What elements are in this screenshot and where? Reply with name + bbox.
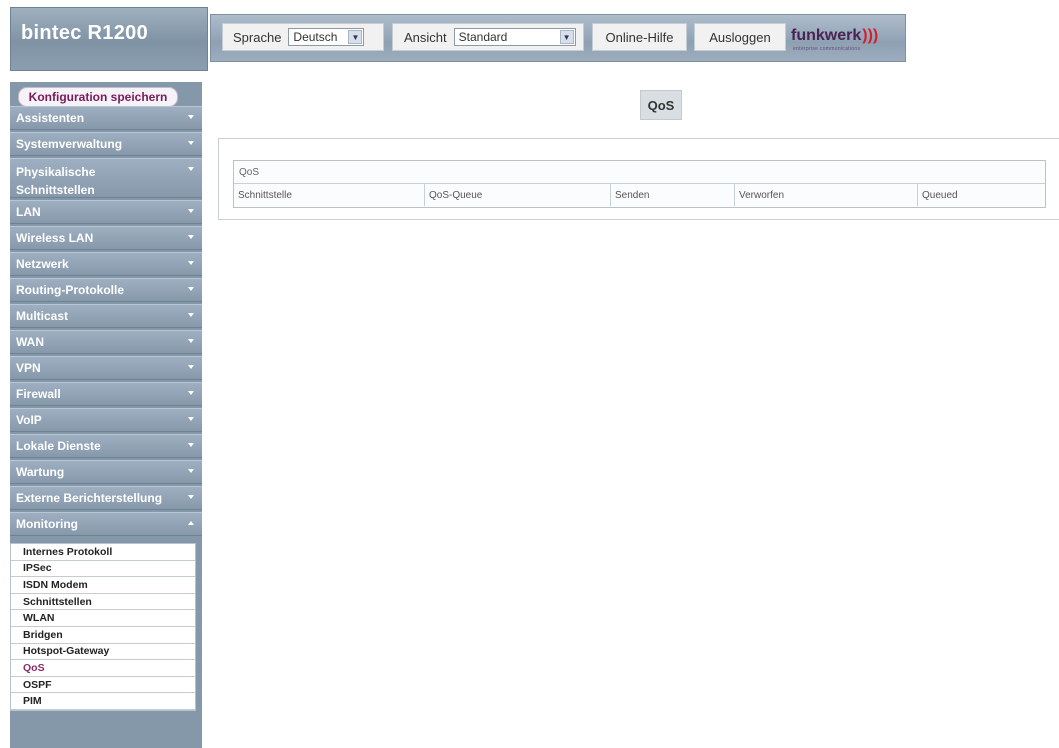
chevron-down-icon (188, 313, 194, 317)
submenu-item-isdn-modem[interactable]: ISDN Modem (11, 577, 195, 594)
logout-label: Ausloggen (709, 29, 771, 45)
monitoring-submenu: Internes Protokoll IPSec ISDN Modem Schn… (10, 543, 196, 711)
submenu-item-pim[interactable]: PIM (11, 693, 195, 710)
table-header: Schnittstelle QoS-Queue Senden Verworfen… (234, 184, 1045, 206)
submenu-item-wlan[interactable]: WLAN (11, 610, 195, 627)
product-logo: bintec R1200 (10, 7, 208, 71)
sidebar-item-routing-protokolle[interactable]: Routing-Protokolle (10, 278, 202, 302)
sidebar-item-vpn[interactable]: VPN (10, 356, 202, 380)
sidebar-item-label: LAN (16, 205, 41, 219)
tab-qos[interactable]: QoS (640, 90, 682, 120)
sidebar-item-label: Wartung (16, 465, 65, 479)
submenu-item-bridgen[interactable]: Bridgen (11, 627, 195, 644)
chevron-down-icon (188, 115, 194, 119)
online-help-button[interactable]: Online-Hilfe (592, 23, 687, 51)
sidebar-item-monitoring[interactable]: Monitoring (10, 512, 202, 536)
language-label: Sprache (233, 29, 282, 45)
sidebar-item-externe-berichterstellung[interactable]: Externe Berichterstellung (10, 486, 202, 510)
brand-waves-icon: ))) (862, 27, 879, 44)
chevron-down-icon (188, 141, 194, 145)
view-label: Ansicht (404, 29, 447, 45)
chevron-down-icon (188, 365, 194, 369)
online-help-label: Online-Hilfe (605, 29, 674, 45)
logout-button[interactable]: Ausloggen (694, 23, 786, 51)
chevron-down-icon (188, 339, 194, 343)
language-select[interactable]: Deutsch ▼ (288, 28, 365, 46)
sidebar-item-voip[interactable]: VoIP (10, 408, 202, 432)
chevron-down-icon (188, 495, 194, 499)
sidebar-item-multicast[interactable]: Multicast (10, 304, 202, 328)
chevron-down-icon (188, 469, 194, 473)
sidebar-item-wireless-lan[interactable]: Wireless LAN (10, 226, 202, 250)
view-control: Ansicht Standard ▼ (392, 23, 584, 51)
sidebar-item-label: VPN (16, 361, 41, 375)
sidebar-item-wan[interactable]: WAN (10, 330, 202, 354)
column-header-queued[interactable]: Queued (918, 184, 1045, 206)
chevron-down-icon (188, 443, 194, 447)
view-select[interactable]: Standard ▼ (453, 28, 576, 46)
brand-name: funkwerk (791, 27, 862, 44)
brand-tagline: enterprise communications (793, 46, 861, 52)
view-value: Standard (458, 30, 508, 44)
sidebar-item-label: Multicast (16, 309, 69, 323)
save-config-button[interactable]: Konfiguration speichern (18, 87, 178, 107)
column-header-senden[interactable]: Senden (611, 184, 735, 206)
sidebar-item-lokale-dienste[interactable]: Lokale Dienste (10, 434, 202, 458)
sidebar-item-label: Routing-Protokolle (16, 283, 124, 297)
sidebar-item-wartung[interactable]: Wartung (10, 460, 202, 484)
chevron-down-icon (188, 235, 194, 239)
chevron-down-icon (188, 287, 194, 291)
sidebar-item-label: Netzwerk (16, 257, 69, 271)
brand-logo: funkwerk))) (791, 27, 878, 45)
dropdown-arrow-icon[interactable]: ▼ (559, 30, 574, 44)
chevron-down-icon (188, 391, 194, 395)
header: bintec R1200 Sprache Deutsch ▼ Ansicht S… (0, 0, 1059, 76)
chevron-up-icon (188, 521, 194, 525)
submenu-item-ipsec[interactable]: IPSec (11, 561, 195, 578)
sidebar-item-label: Firewall (16, 387, 61, 401)
chevron-down-icon (188, 209, 194, 213)
submenu-item-schnittstellen[interactable]: Schnittstellen (11, 594, 195, 611)
sidebar-item-physikalische-schnittstellen[interactable]: Physikalische Schnittstellen (10, 158, 202, 198)
sidebar-item-label: Externe Berichterstellung (16, 491, 163, 505)
product-name: bintec R1200 (21, 22, 148, 44)
qos-panel: QoS Schnittstelle QoS-Queue Senden Verwo… (218, 138, 1059, 220)
table-title: QoS (234, 161, 1045, 184)
sidebar-item-label: Wireless LAN (16, 231, 94, 245)
submenu-item-internes-protokoll[interactable]: Internes Protokoll (11, 544, 195, 561)
sidebar-item-assistenten[interactable]: Assistenten (10, 106, 202, 130)
sidebar-item-netzwerk[interactable]: Netzwerk (10, 252, 202, 276)
main-content: QoS QoS Schnittstelle QoS-Queue Senden V… (206, 76, 1059, 748)
sidebar-item-firewall[interactable]: Firewall (10, 382, 202, 406)
sidebar-item-label: Monitoring (16, 517, 78, 531)
language-value: Deutsch (293, 30, 338, 44)
column-header-schnittstelle[interactable]: Schnittstelle (234, 184, 425, 206)
sidebar-item-lan[interactable]: LAN (10, 200, 202, 224)
sidebar-item-label: Systemverwaltung (16, 137, 123, 151)
chevron-down-icon (188, 417, 194, 421)
language-control: Sprache Deutsch ▼ (222, 23, 384, 51)
sidebar-item-label: Assistenten (16, 111, 85, 125)
top-toolbar: Sprache Deutsch ▼ Ansicht Standard ▼ Onl… (210, 14, 906, 62)
submenu-item-ospf[interactable]: OSPF (11, 677, 195, 694)
dropdown-arrow-icon[interactable]: ▼ (348, 30, 363, 44)
sidebar-item-label: WAN (16, 335, 44, 349)
sidebar-item-label: VoIP (16, 413, 42, 427)
sidebar-item-label: Lokale Dienste (16, 439, 101, 453)
chevron-down-icon (188, 261, 194, 265)
submenu-item-hotspot-gateway[interactable]: Hotspot-Gateway (11, 644, 195, 661)
qos-table: QoS Schnittstelle QoS-Queue Senden Verwo… (233, 160, 1046, 208)
sidebar-item-systemverwaltung[interactable]: Systemverwaltung (10, 132, 202, 156)
column-header-qos-queue[interactable]: QoS-Queue (425, 184, 611, 206)
column-header-verworfen[interactable]: Verworfen (735, 184, 918, 206)
submenu-item-qos[interactable]: QoS (11, 660, 195, 677)
chevron-down-icon (188, 167, 194, 171)
sidebar-item-label: Physikalische Schnittstellen (16, 165, 96, 197)
